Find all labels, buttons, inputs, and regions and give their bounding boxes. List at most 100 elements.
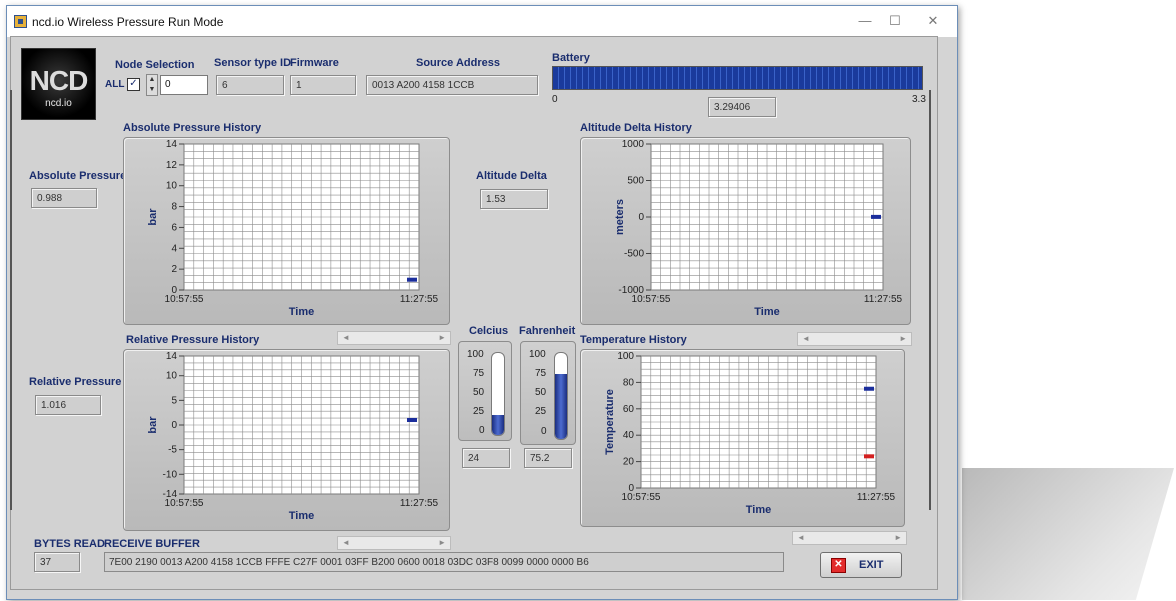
panel-divider-right: [929, 90, 931, 510]
scroll-left-icon[interactable]: ◄: [342, 332, 350, 344]
maximize-icon[interactable]: ☐: [885, 13, 905, 29]
fahrenheit-tick: 50: [535, 387, 547, 398]
all-checkbox[interactable]: ✓: [127, 78, 140, 91]
altitude-delta-value: 1.53: [480, 189, 548, 209]
data-point: [871, 214, 881, 219]
node-selection-label: Node Selection: [115, 59, 195, 71]
chart-title-temperature: Temperature History: [580, 334, 687, 346]
celcius-tick: 25: [473, 406, 485, 417]
scroll-right-icon[interactable]: ►: [438, 332, 446, 344]
chart-relative-svg: 141050-5-10-1410:57:55 11:27:55Timebar: [147, 351, 439, 522]
y-tick-label: 14: [166, 139, 178, 150]
x-axis-label: Time: [289, 306, 314, 318]
scrollbar-altitude[interactable]: ◄ ►: [797, 332, 912, 346]
x-axis-label: Time: [746, 504, 771, 516]
fahrenheit-thermometer: 100 75 50 25 0: [520, 341, 576, 445]
title-bar[interactable]: ncd.io Wireless Pressure Run Mode — ☐ ✕: [7, 6, 957, 37]
scrollbar-absolute[interactable]: ◄ ►: [337, 331, 451, 345]
y-tick-label: 80: [623, 377, 635, 388]
fahrenheit-tube: [554, 352, 568, 440]
battery-label: Battery: [552, 52, 590, 64]
sensor-type-label: Sensor type ID: [214, 57, 292, 69]
all-label: ALL: [105, 79, 125, 90]
celcius-value: 24: [462, 448, 510, 468]
relative-pressure-value: 1.016: [35, 395, 101, 415]
y-axis-label: bar: [147, 416, 159, 434]
battery-bar: [552, 66, 923, 90]
chart-absolute-svg: 1412108642010:57:55 11:27:55Timebar: [147, 139, 439, 318]
fahrenheit-tick: 25: [535, 406, 547, 417]
y-tick-label: 6: [171, 222, 177, 233]
app-icon: [14, 15, 27, 28]
y-tick-label: -10: [163, 469, 178, 480]
exit-label: EXIT: [859, 559, 884, 571]
receive-buffer-value: 7E00 2190 0013 A200 4158 1CCB FFFE C27F …: [104, 552, 784, 572]
y-tick-label: 5: [171, 395, 177, 406]
y-axis-label: Temperature: [604, 389, 616, 455]
celcius-tick: 50: [473, 387, 485, 398]
panel-divider-left: [10, 90, 12, 510]
y-tick-label: 20: [623, 457, 635, 468]
scroll-left-icon[interactable]: ◄: [802, 333, 810, 345]
exit-button[interactable]: ✕ EXIT: [820, 552, 902, 578]
y-tick-label: 0: [171, 420, 177, 431]
firmware-label: Firmware: [290, 57, 339, 69]
fahrenheit-fill: [555, 374, 567, 439]
scroll-left-icon[interactable]: ◄: [342, 537, 350, 549]
y-tick-label: 14: [166, 351, 178, 362]
close-icon[interactable]: ✕: [923, 13, 943, 29]
data-point: [407, 417, 417, 422]
data-point: [407, 277, 417, 282]
sensor-type-value: 6: [216, 75, 284, 95]
window-title: ncd.io Wireless Pressure Run Mode: [32, 15, 224, 29]
y-tick-label: 10: [166, 181, 178, 192]
bytes-read-label: BYTES READ: [34, 538, 105, 550]
scrollbar-relative[interactable]: ◄ ►: [337, 536, 451, 550]
receive-buffer-label: RECEIVE BUFFER: [104, 538, 200, 550]
celcius-tick: 0: [479, 425, 485, 436]
fahrenheit-value: 75.2: [524, 448, 572, 468]
y-tick-label: 0: [638, 212, 644, 223]
fahrenheit-tick: 75: [535, 368, 547, 379]
y-tick-label: 1000: [622, 139, 645, 150]
chart-title-altitude: Altitude Delta History: [580, 122, 692, 134]
chart-temperature: 100 80 60 40 20 0 10:57:55 11:27:55 Time Temperat…: [580, 349, 905, 527]
scroll-right-icon[interactable]: ►: [894, 532, 902, 544]
y-tick-label: 2: [171, 264, 177, 275]
logo-mark: NCD: [29, 65, 89, 96]
ncd-logo: NCD ncd.io: [21, 48, 96, 120]
battery-scale: [552, 89, 921, 90]
relative-pressure-label: Relative Pressure: [29, 376, 122, 388]
celcius-label: Celcius: [469, 325, 509, 337]
firmware-value: 1: [290, 75, 356, 95]
scrollbar-temperature[interactable]: ◄ ►: [792, 531, 907, 545]
y-axis-label: bar: [147, 208, 159, 226]
scroll-left-icon[interactable]: ◄: [797, 532, 805, 544]
node-input[interactable]: 0: [160, 75, 208, 95]
y-tick-label: 40: [623, 430, 635, 441]
y-axis-label: meters: [614, 199, 626, 235]
x-tick-label: 11:27:55: [400, 498, 439, 509]
x-tick-label: 11:27:55: [864, 294, 903, 305]
celcius-tick: 100: [467, 349, 484, 360]
absolute-pressure-label: Absolute Pressure: [29, 170, 127, 182]
absolute-pressure-value: 0.988: [31, 188, 97, 208]
node-stepper[interactable]: ▲ ▼: [146, 74, 158, 96]
exit-x-icon: ✕: [831, 558, 846, 573]
chart-title-relative: Relative Pressure History: [126, 334, 260, 346]
celcius-thermometer: 100 75 50 25 0: [458, 341, 512, 441]
battery-value: 3.29406: [708, 97, 776, 117]
minimize-icon[interactable]: —: [855, 13, 875, 28]
scroll-right-icon[interactable]: ►: [438, 537, 446, 549]
chart-title-absolute: Absolute Pressure History: [123, 122, 262, 134]
scroll-right-icon[interactable]: ►: [899, 333, 907, 345]
x-tick-label: 10:57:55: [622, 492, 661, 503]
x-tick-label: 11:27:55: [400, 294, 439, 305]
y-tick-label: 8: [171, 202, 177, 213]
y-tick-label: 12: [166, 160, 178, 171]
x-tick-label: 10:57:55: [632, 294, 671, 305]
x-axis-label: Time: [754, 306, 779, 318]
celcius-tick: 75: [473, 368, 485, 379]
y-tick-label: 100: [617, 351, 634, 362]
data-point: [864, 454, 874, 459]
